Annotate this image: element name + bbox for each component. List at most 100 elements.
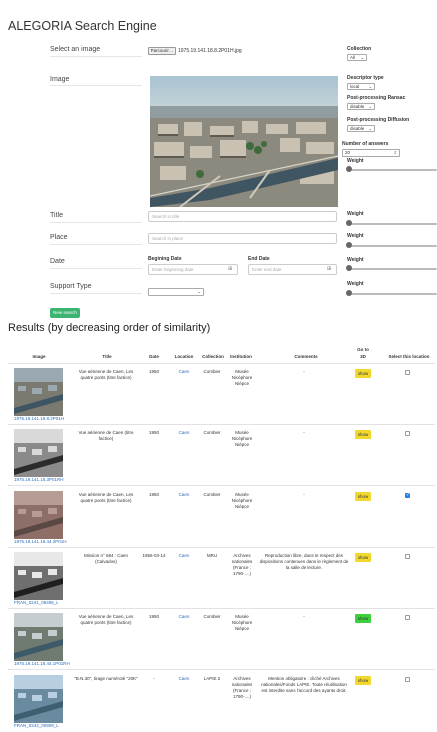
title-weight-track[interactable]	[347, 223, 437, 225]
weight-label: Weight	[347, 233, 364, 239]
chevron-down-icon: ⌄	[368, 126, 372, 131]
result-thumbnail[interactable]	[14, 552, 63, 600]
result-comments: -	[303, 430, 305, 435]
result-caption-link[interactable]: 1975.19.141.18.44.1P01RH	[14, 661, 70, 666]
result-location-link[interactable]: Caen	[172, 614, 196, 620]
title-weight-thumb[interactable]	[346, 220, 352, 226]
result-caption-link[interactable]: FRAN_0241_08496_L	[14, 600, 59, 605]
chevron-down-icon: ⌄	[360, 55, 364, 60]
image-weight-thumb[interactable]	[346, 166, 352, 172]
col-image-header: Image	[32, 354, 46, 359]
result-date: 1950	[148, 369, 159, 374]
result-collection: Combier	[203, 369, 221, 374]
result-location-link[interactable]: Caen	[172, 492, 196, 498]
support-type-select[interactable]: ⌄	[148, 288, 204, 296]
select-location-checkbox[interactable]	[405, 554, 410, 559]
query-image	[150, 76, 338, 207]
ransac-select[interactable]: disable ⌄	[347, 103, 375, 110]
collection-select[interactable]: All ⌄	[347, 54, 367, 61]
place-weight-thumb[interactable]	[346, 242, 352, 248]
place-input[interactable]: Search in place	[148, 233, 337, 244]
result-collection: MRU	[206, 553, 218, 558]
select-location-checkbox[interactable]	[405, 370, 410, 375]
calendar-icon[interactable]: ⊞	[327, 266, 331, 272]
place-label: Place	[50, 234, 68, 241]
show-3d-button[interactable]: show	[355, 614, 371, 623]
col-institution-header: Institution	[230, 354, 252, 359]
date-weight-track[interactable]	[347, 268, 437, 270]
row-divider	[8, 485, 435, 486]
divider	[50, 293, 142, 294]
date-weight-thumb[interactable]	[346, 265, 352, 271]
image-weight-track[interactable]	[347, 169, 437, 171]
result-comments: Reproduction libre, dans le respect des …	[259, 553, 349, 570]
result-date: -	[153, 676, 155, 681]
result-title: Vue aérienne de Caen, Les quatre ponts (…	[78, 492, 134, 503]
result-institution: Musée Nicéphore Niépce	[231, 614, 253, 631]
title-input[interactable]: Search in title	[148, 211, 337, 222]
row-divider	[8, 424, 435, 425]
select-location-checkbox[interactable]	[405, 492, 410, 498]
support-weight-thumb[interactable]	[346, 290, 352, 296]
result-comments: Mention obligatoire : cliché Archives na…	[261, 676, 347, 693]
result-location-link[interactable]: Caen	[172, 369, 196, 375]
select-location-checkbox[interactable]	[405, 677, 410, 682]
col-select-header: Select this location	[388, 354, 430, 359]
result-thumbnail[interactable]	[14, 429, 63, 477]
result-caption-link[interactable]: 1975.19.141.18.44.2P01H	[14, 539, 67, 544]
browse-file-button[interactable]: Parcourir…	[148, 47, 176, 55]
divider	[50, 56, 142, 57]
result-thumbnail[interactable]	[14, 491, 63, 539]
weight-label: Weight	[347, 257, 364, 263]
collection-label: Collection	[347, 46, 372, 52]
title-label: Title	[50, 212, 63, 219]
weight-label: Weight	[347, 158, 364, 164]
row-divider	[8, 547, 435, 548]
results-title: Results (by decreasing order of similari…	[8, 322, 211, 334]
row-divider	[8, 669, 435, 670]
result-thumbnail[interactable]	[14, 368, 63, 416]
show-3d-button[interactable]: show	[355, 369, 371, 378]
result-collection: LAPIE 2	[203, 676, 221, 681]
result-comments: -	[303, 614, 305, 619]
result-location-link[interactable]: Caen	[172, 676, 196, 682]
show-3d-button[interactable]: show	[355, 430, 371, 439]
result-location-link[interactable]: Caen	[172, 553, 196, 559]
end-date-input[interactable]: Enter end date	[248, 264, 337, 275]
select-location-checkbox[interactable]	[405, 615, 410, 620]
result-caption-link[interactable]: 1975.19.141.18.8.2P01H	[14, 416, 64, 421]
select-image-label: Select an image	[50, 46, 101, 53]
show-3d-button[interactable]: show	[355, 553, 371, 562]
col-collection-header: Collection	[202, 354, 224, 359]
select-location-checkbox[interactable]	[405, 431, 410, 436]
begin-date-input[interactable]: Enter beginning date	[148, 264, 238, 275]
place-weight-track[interactable]	[347, 245, 437, 247]
result-date: 1950	[148, 614, 159, 619]
result-caption-link[interactable]: FRAN_0242_00909_L	[14, 723, 59, 728]
answers-input[interactable]: 20 ⇳	[342, 149, 400, 157]
result-institution: Musée Nicéphore Niépce	[231, 430, 253, 447]
show-3d-button[interactable]: show	[355, 492, 371, 501]
result-thumbnail[interactable]	[14, 613, 63, 661]
chevron-down-icon: ⌄	[197, 289, 201, 294]
result-collection: Combier	[203, 430, 221, 435]
image-label: Image	[50, 76, 70, 83]
file-name: 1975.19.141.18.8.2P01H.jpg	[178, 48, 242, 54]
weight-label: Weight	[347, 211, 364, 217]
header-divider	[8, 363, 435, 364]
result-location-link[interactable]: Caen	[172, 430, 196, 436]
stepper-icon[interactable]: ⇳	[394, 150, 397, 155]
result-institution: Archives nationales (France ; 1790-....)	[231, 553, 253, 576]
calendar-icon[interactable]: ⊞	[228, 266, 232, 272]
show-3d-button[interactable]: show	[355, 676, 371, 685]
diffusion-select[interactable]: disable ⌄	[347, 125, 375, 132]
result-thumbnail[interactable]	[14, 675, 63, 723]
result-caption-link[interactable]: 1975.19.141.18.3P01RH	[14, 477, 64, 482]
col-goto3d-header: Go to 3D	[357, 347, 369, 359]
result-title: "B.N.30", tirage numéroté "20K"	[74, 676, 138, 681]
support-weight-track[interactable]	[347, 293, 437, 295]
weight-label: Weight	[347, 281, 364, 287]
result-title: Mission n° 684 : Caen (Calvados)	[83, 553, 129, 564]
new-search-button[interactable]: New search	[50, 308, 80, 318]
descriptor-type-select[interactable]: local ⌄	[347, 83, 375, 90]
